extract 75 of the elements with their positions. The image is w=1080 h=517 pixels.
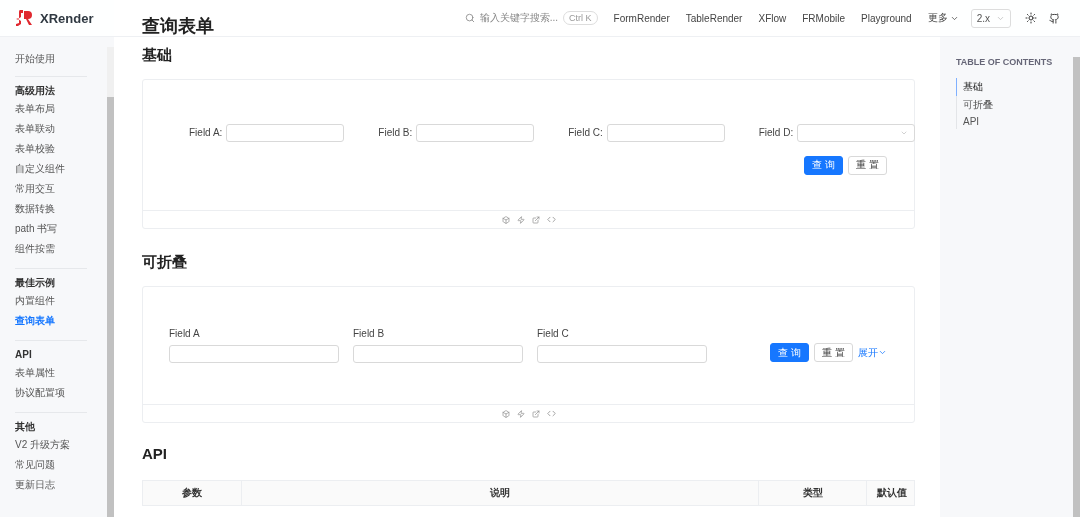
expand-link[interactable]: 展开 — [858, 345, 887, 360]
version-select[interactable]: 2.x — [970, 8, 1011, 28]
sidebar-item[interactable]: 开始使用 — [15, 49, 87, 69]
nav-link[interactable]: XFlow — [758, 12, 787, 24]
lightning-icon[interactable] — [516, 409, 525, 418]
table-header-cell-text: 参数 — [181, 486, 203, 500]
external-link-icon[interactable] — [531, 215, 540, 224]
table-header-cell: 说明 — [241, 481, 758, 505]
sidebar-item[interactable]: 数据转换 — [15, 199, 87, 219]
input-field[interactable] — [169, 345, 339, 363]
field-label: Field C: — [568, 127, 603, 138]
field-label: Field B — [353, 328, 386, 339]
reset-button[interactable]: 重 置 — [848, 155, 887, 175]
logo-icon — [14, 8, 34, 28]
search-field[interactable]: 输入关键字搜索... Ctrl K — [464, 11, 598, 25]
toc-title: TABLE OF CONTENTS — [956, 57, 1053, 67]
reset-button[interactable]: 重 置 — [814, 343, 853, 362]
cube-icon[interactable] — [501, 215, 510, 224]
field-label: Field B: — [378, 127, 413, 138]
input-field[interactable] — [353, 345, 523, 363]
sidebar-item[interactable]: 常用交互 — [15, 179, 87, 199]
section-heading: 基础 — [142, 46, 173, 65]
input-field[interactable] — [537, 345, 707, 363]
sidebar-item[interactable]: 协议配置项 — [15, 383, 87, 403]
external-link-icon[interactable] — [531, 409, 540, 418]
sidebar-item[interactable]: 表单属性 — [15, 363, 87, 383]
section-heading: 可折叠 — [142, 253, 188, 272]
query-button[interactable]: 查 询 — [804, 155, 844, 175]
sidebar-item[interactable]: V2 升级方案 — [15, 435, 87, 455]
section-heading: API — [142, 445, 168, 462]
toc-item[interactable]: 可折叠 — [956, 96, 1053, 114]
search-icon — [464, 13, 475, 23]
input-field[interactable] — [606, 123, 725, 142]
field-label: Field A: — [189, 127, 223, 138]
github-icon[interactable] — [1049, 12, 1060, 24]
table-header-cell: 类型 — [758, 481, 866, 505]
sidebar-group-title: 最佳示例 — [15, 276, 56, 289]
sidebar-item[interactable]: 表单布局 — [15, 99, 87, 119]
nav-link[interactable]: Playground — [861, 12, 912, 24]
sidebar-item[interactable]: 查询表单 — [15, 311, 87, 331]
theme-toggle-icon[interactable] — [1025, 12, 1037, 24]
cube-icon[interactable] — [501, 409, 510, 418]
field-label: Field C — [537, 328, 570, 339]
toc-item[interactable]: API — [956, 114, 1053, 129]
select-field[interactable] — [797, 123, 916, 142]
sidebar-item[interactable]: 自定义组件 — [15, 159, 87, 179]
nav-link[interactable]: FormRender — [613, 12, 670, 24]
sidebar-item[interactable]: 常见问题 — [15, 455, 87, 475]
nav-link[interactable]: TableRender — [685, 12, 743, 24]
input-field[interactable] — [226, 123, 345, 142]
query-button[interactable]: 查 询 — [770, 343, 810, 362]
page-title: 查询表单 — [142, 15, 214, 38]
sidebar-item[interactable]: 组件按需 — [15, 239, 87, 259]
input-field[interactable] — [416, 123, 535, 142]
sidebar-item[interactable]: path 书写 — [15, 219, 87, 239]
scrollbar-thumb[interactable] — [1073, 57, 1080, 517]
code-icon[interactable] — [546, 409, 556, 418]
field-label: Field A — [169, 328, 201, 339]
lightning-icon[interactable] — [516, 215, 525, 224]
field-label: Field D: — [758, 127, 794, 138]
sidebar-group-title: 其他 — [15, 420, 36, 433]
toc-item[interactable]: 基础 — [956, 78, 1053, 96]
chevron-icon — [878, 348, 887, 357]
sidebar-group-title: 高级用法 — [15, 84, 56, 97]
sidebar-item[interactable]: 更新日志 — [15, 475, 87, 495]
nav-link[interactable]: FRMobile — [802, 12, 846, 24]
sidebar-item[interactable]: 内置组件 — [15, 291, 87, 311]
table-header-cell: 默认值 — [866, 481, 916, 505]
sidebar-group-title: API — [15, 348, 33, 361]
code-icon[interactable] — [546, 215, 556, 224]
sidebar-item[interactable]: 表单校验 — [15, 139, 87, 159]
more-menu[interactable]: 更多 — [927, 11, 959, 25]
sidebar-item[interactable]: 表单联动 — [15, 119, 87, 139]
logo-text[interactable]: XRender — [40, 10, 94, 26]
scrollbar-thumb[interactable] — [107, 97, 114, 517]
